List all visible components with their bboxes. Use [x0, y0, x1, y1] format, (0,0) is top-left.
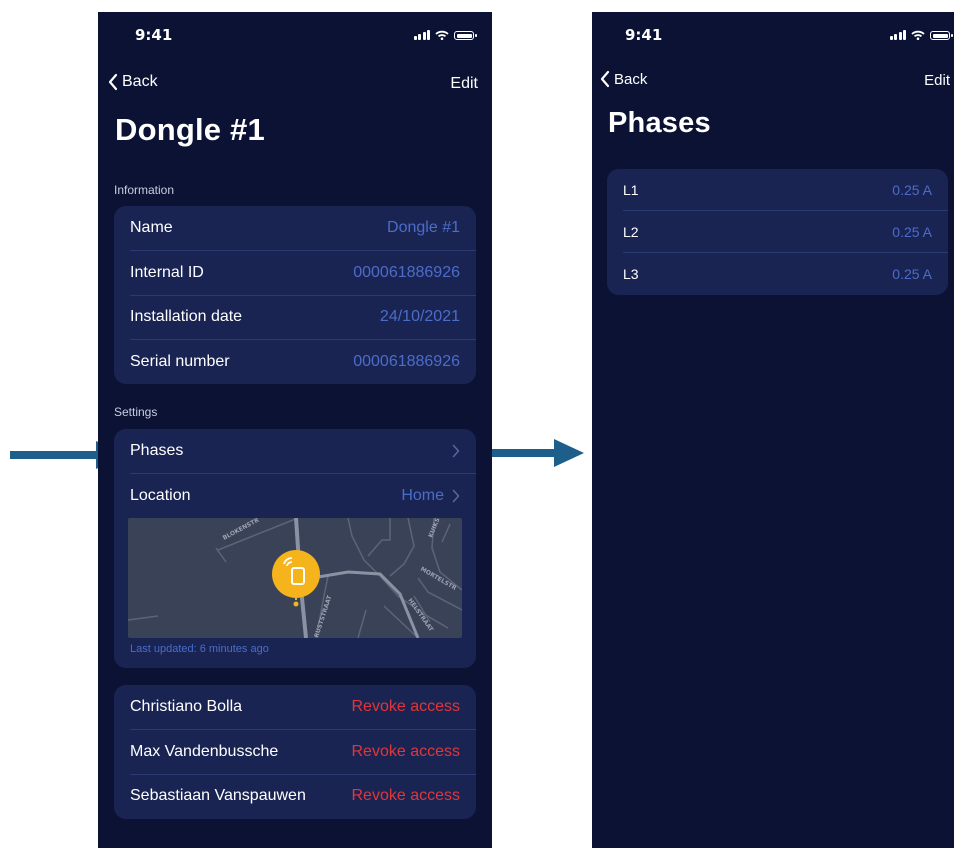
cellular-signal-icon [413, 30, 430, 40]
location-value: Home [401, 487, 444, 504]
phases-card: L1 0.25 A L2 0.25 A L3 0.25 A [607, 169, 948, 295]
chevron-left-icon [108, 73, 118, 91]
phase-label: L1 [623, 182, 639, 198]
info-row-internal-id: Internal ID 000061886926 [114, 251, 476, 295]
location-row[interactable]: Location Home [114, 474, 476, 518]
edit-button[interactable]: Edit [450, 75, 478, 93]
revoke-access-button[interactable]: Revoke access [352, 787, 461, 805]
wifi-icon [435, 30, 449, 40]
phase-current: 0.25 A [892, 182, 932, 198]
user-row: Sebastiaan Vanspauwen Revoke access [114, 774, 476, 818]
user-row: Christiano Bolla Revoke access [114, 685, 476, 729]
info-label: Serial number [130, 353, 230, 370]
user-row: Max Vandenbussche Revoke access [114, 730, 476, 774]
map-street-label: HELSTRAAT [406, 597, 435, 634]
chevron-right-icon [452, 444, 460, 458]
info-label: Name [130, 219, 173, 236]
back-button[interactable]: Back [108, 73, 158, 91]
wifi-icon [911, 30, 925, 40]
info-label: Internal ID [130, 264, 204, 281]
edit-button[interactable]: Edit [924, 72, 950, 89]
user-name: Sebastiaan Vanspauwen [130, 787, 306, 804]
cellular-signal-icon [889, 30, 906, 40]
phases-screen: 9:41 Back Edit Phases L1 0.25 A L2 0.25 … [592, 12, 954, 848]
last-updated-text: Last updated: 6 minutes ago [130, 643, 269, 655]
phases-row[interactable]: Phases [114, 429, 476, 473]
dongle-detail-screen: 9:41 Back Edit Dongle #1 Information Nam… [98, 12, 492, 848]
revoke-access-button[interactable]: Revoke access [352, 743, 461, 761]
info-label: Installation date [130, 308, 243, 325]
status-time: 9:41 [135, 26, 173, 44]
phase-current: 0.25 A [892, 224, 932, 240]
user-name: Christiano Bolla [130, 698, 243, 715]
information-card: Name Dongle #1 Internal ID 000061886926 … [114, 206, 476, 384]
phase-row: L2 0.25 A [607, 211, 948, 253]
info-value: 000061886926 [353, 353, 460, 370]
status-bar: 9:41 [592, 12, 954, 56]
map-street-label: KUIKS [427, 518, 441, 539]
phase-current: 0.25 A [892, 266, 932, 282]
user-name: Max Vandenbussche [130, 743, 279, 760]
status-time: 9:41 [625, 26, 663, 44]
phase-label: L3 [623, 266, 639, 282]
phase-label: L2 [623, 224, 639, 240]
information-header: Information [114, 183, 175, 197]
settings-header: Settings [114, 405, 158, 419]
chevron-left-icon [600, 70, 610, 88]
phase-row: L1 0.25 A [607, 169, 948, 211]
back-label: Back [122, 73, 158, 90]
info-value: 24/10/2021 [379, 308, 460, 325]
dongle-location-pin-icon [272, 550, 320, 607]
settings-card: Phases Location Home BLOKENSTR KUIKS MOR… [114, 429, 476, 668]
status-bar: 9:41 [98, 12, 492, 56]
access-card: Christiano Bolla Revoke access Max Vande… [114, 685, 476, 819]
info-row-name: Name Dongle #1 [114, 206, 476, 250]
page-title: Dongle #1 [115, 112, 265, 147]
battery-icon [454, 31, 477, 40]
page-title: Phases [608, 107, 711, 139]
phase-row: L3 0.25 A [607, 253, 948, 295]
info-row-serial-number: Serial number 000061886926 [114, 340, 476, 384]
chevron-right-icon [452, 489, 460, 503]
info-value: Dongle #1 [387, 219, 460, 236]
system-icons [889, 30, 953, 40]
map-street-label: BLOKENSTR [222, 518, 261, 542]
back-button[interactable]: Back [600, 70, 647, 88]
info-row-installation-date: Installation date 24/10/2021 [114, 295, 476, 339]
revoke-access-button[interactable]: Revoke access [352, 698, 461, 716]
battery-icon [930, 31, 953, 40]
back-label: Back [614, 70, 648, 88]
location-label: Location [130, 487, 191, 504]
phases-label: Phases [130, 442, 184, 459]
info-value: 000061886926 [353, 264, 460, 281]
location-map[interactable]: BLOKENSTR KUIKS MORTELSTR HELSTRAAT RUST… [128, 518, 462, 638]
system-icons [413, 30, 477, 40]
